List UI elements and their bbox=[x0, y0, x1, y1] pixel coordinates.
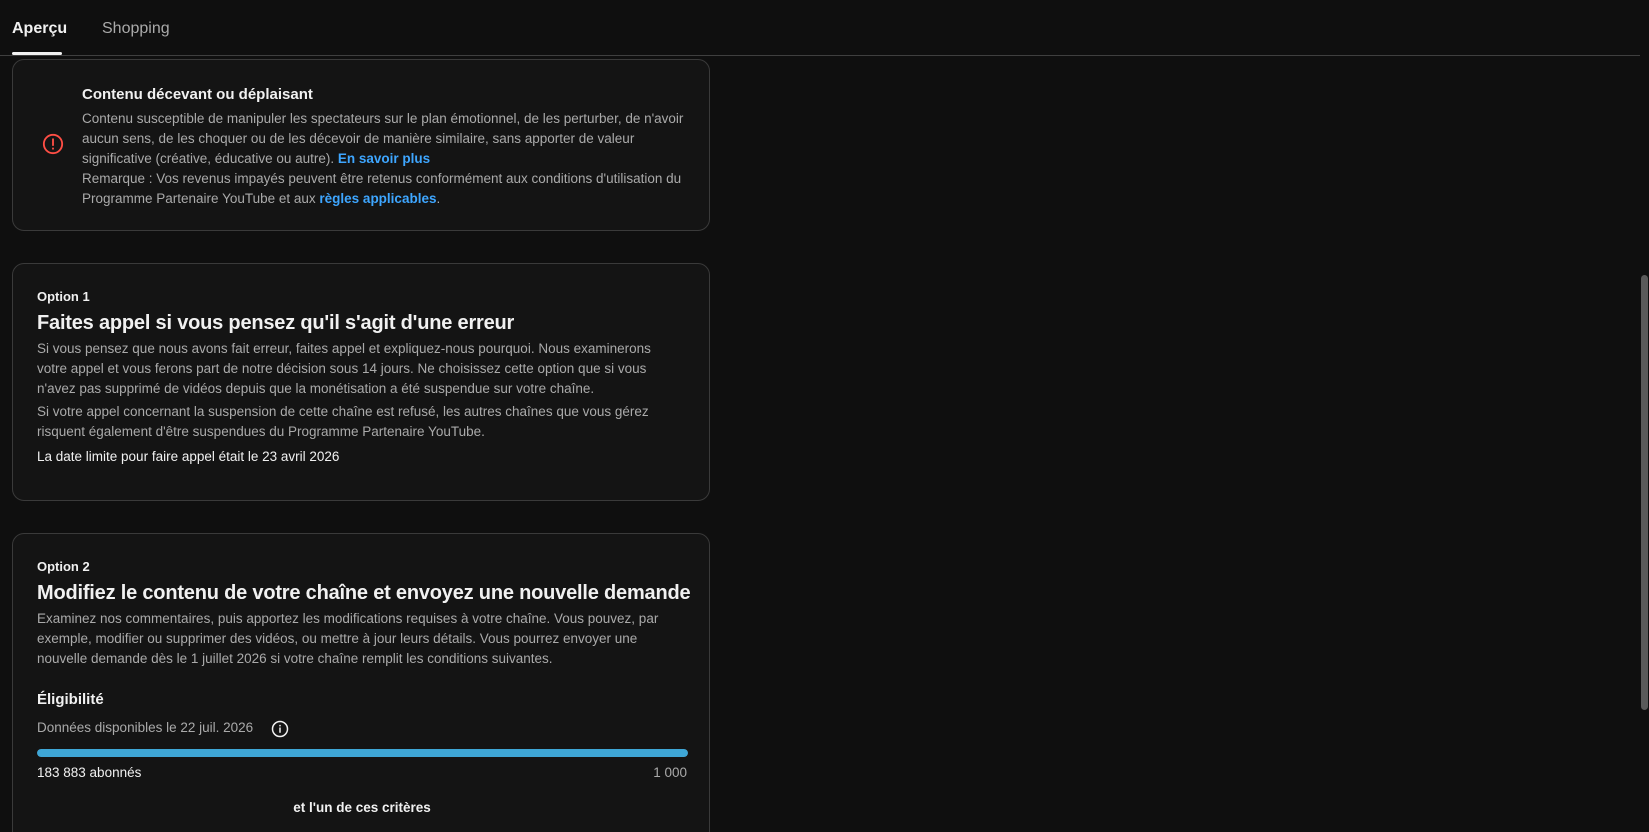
data-available-date: Données disponibles le 22 juil. 2026 bbox=[37, 720, 254, 735]
eligibility-title: Éligibilité bbox=[37, 691, 104, 708]
scrollbar-thumb[interactable] bbox=[1641, 275, 1648, 710]
option2-title: Modifiez le contenu de votre chaîne et e… bbox=[37, 582, 691, 604]
option1-title: Faites appel si vous pensez qu'il s'agit… bbox=[37, 312, 515, 334]
option1-label: Option 1 bbox=[37, 289, 90, 304]
option1-card: Option 1 Faites appel si vous pensez qu'… bbox=[12, 263, 710, 501]
appeal-deadline: La date limite pour faire appel était le… bbox=[37, 449, 340, 464]
active-tab-indicator bbox=[12, 52, 62, 55]
tab-shopping[interactable]: Shopping bbox=[102, 20, 170, 38]
option1-paragraph2: Si votre appel concernant la suspension … bbox=[37, 404, 649, 439]
tab-bar: Aperçu Shopping bbox=[0, 0, 1640, 56]
policy-note-suffix: . bbox=[436, 191, 441, 206]
policy-card: Contenu décevant ou déplaisant Contenu s… bbox=[12, 59, 710, 231]
subscribers-target: 1 000 bbox=[653, 765, 687, 780]
subscribers-count: 183 883 abonnés bbox=[37, 765, 142, 780]
learn-more-link[interactable]: En savoir plus bbox=[338, 151, 430, 166]
subscribers-progress-fill bbox=[37, 749, 688, 757]
subscribers-progress-bar bbox=[37, 749, 688, 757]
option2-paragraph: Examinez nos commentaires, puis apportez… bbox=[37, 611, 659, 666]
policy-description: Contenu susceptible de manipuler les spe… bbox=[82, 109, 692, 209]
option2-label: Option 2 bbox=[37, 559, 90, 574]
criteria-heading: et l'un de ces critères bbox=[293, 800, 431, 815]
option1-paragraph1: Si vous pensez que nous avons fait erreu… bbox=[37, 341, 651, 396]
error-circle-icon bbox=[42, 133, 64, 155]
tab-apercu[interactable]: Aperçu bbox=[12, 20, 67, 38]
policy-title: Contenu décevant ou déplaisant bbox=[82, 86, 313, 103]
option2-card: Option 2 Modifiez le contenu de votre ch… bbox=[12, 533, 710, 832]
applicable-rules-link[interactable]: règles applicables bbox=[319, 191, 436, 206]
info-icon[interactable] bbox=[271, 720, 289, 738]
page: Aperçu Shopping Contenu décevant ou dépl… bbox=[0, 0, 1649, 832]
